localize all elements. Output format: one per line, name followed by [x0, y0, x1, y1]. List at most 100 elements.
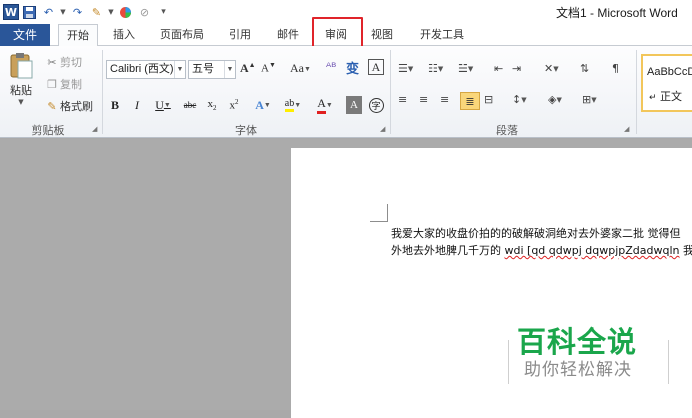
save-icon[interactable] — [21, 4, 38, 21]
font-launcher-icon[interactable]: ◢ — [380, 125, 385, 133]
chinese-layout-button[interactable]: ✕ ▼ — [544, 62, 559, 75]
phonetic-guide-button[interactable]: 变 — [346, 58, 359, 77]
bullets-button[interactable]: ☰ ▼ — [398, 62, 413, 75]
clear-format-button[interactable]: ᴬᴮ — [326, 60, 336, 74]
bold-icon: B — [110, 97, 119, 112]
margin-corner-mark — [370, 204, 388, 222]
highlight-color-button[interactable]: ab ▼ — [282, 96, 304, 114]
font-name-dropdown-icon[interactable]: ▼ — [174, 61, 185, 78]
distributed-button[interactable]: ⊟ — [484, 93, 493, 106]
font-size-dropdown-icon[interactable]: ▼ — [224, 61, 235, 78]
distributed-icon: ⊟ — [484, 93, 494, 106]
pilcrow-icon: ¶ — [612, 62, 619, 75]
numbering-button[interactable]: ☷ ▼ — [428, 62, 443, 75]
strikethrough-button[interactable]: abc — [180, 96, 200, 114]
style-sample-text: AaBbCcD — [647, 66, 692, 78]
style-normal-tile[interactable]: AaBbCcD ↵ 正文 — [641, 54, 692, 112]
undo-icon[interactable]: ↶ — [40, 4, 57, 21]
highlighter-icon: ab — [284, 98, 295, 112]
change-case-label: Aa — [290, 61, 304, 75]
customize-qat-icon[interactable]: ▾ — [155, 4, 172, 21]
copy-label: 复制 — [60, 78, 82, 91]
align-left-button[interactable]: ≡ — [398, 93, 407, 106]
clipboard-launcher-icon[interactable]: ◢ — [92, 125, 97, 133]
font-color-button[interactable]: A ▼ — [314, 96, 336, 114]
tab-home[interactable]: 开始 — [58, 24, 98, 47]
borders-icon: ⊞ — [582, 93, 592, 106]
format-painter-icon: ✎ — [47, 99, 57, 113]
decrease-indent-icon: ⇤ — [494, 62, 504, 75]
text-effects-button[interactable]: A ▼ — [252, 96, 274, 114]
character-shading-button[interactable]: A — [346, 96, 362, 114]
brush-dropdown-icon[interactable]: ▼ — [107, 4, 115, 21]
shrink-font-icon: A▼ — [261, 61, 276, 75]
bold-button[interactable]: B — [108, 96, 122, 114]
paragraph-launcher-icon[interactable]: ◢ — [624, 125, 629, 133]
align-center-button[interactable]: ≡ — [419, 93, 428, 106]
copy-button[interactable]: ❐ 复制 — [44, 76, 82, 92]
show-marks-button[interactable]: ¶ — [612, 62, 619, 75]
phonetic-guide-icon: 变 — [346, 62, 360, 77]
font-group-label: 字体 — [235, 124, 257, 137]
strikethrough-icon: abc — [183, 100, 197, 110]
tab-file[interactable]: 文件 — [0, 24, 50, 46]
clipboard-group-label: 剪贴板 — [31, 124, 65, 137]
grow-font-button[interactable]: A▲ — [240, 61, 256, 76]
brush-icon[interactable]: ✎ — [88, 4, 105, 21]
shrink-font-button[interactable]: A▼ — [261, 61, 276, 75]
tab-references[interactable]: 引用 — [222, 24, 258, 46]
watermark-divider — [668, 340, 669, 384]
borders-button[interactable]: ⊞ ▼ — [582, 93, 597, 106]
enclose-characters-button[interactable]: 字 — [367, 96, 385, 114]
change-case-button[interactable]: Aa ▼ — [290, 61, 311, 76]
underline-button[interactable]: U ▼ — [152, 96, 174, 114]
align-right-icon: ≡ — [440, 93, 450, 106]
paste-button[interactable]: 粘贴 ▼ — [6, 52, 36, 110]
shading-button[interactable]: ◈ ▼ — [548, 93, 562, 106]
word-app-icon[interactable]: W — [3, 4, 19, 20]
copy-icon: ❐ — [47, 77, 57, 91]
font-name-combo[interactable]: Calibri (西文) ▼ — [106, 60, 186, 79]
cut-label: 剪切 — [60, 56, 82, 69]
tab-view[interactable]: 视图 — [364, 24, 400, 46]
italic-button[interactable]: I — [130, 96, 144, 114]
tab-developer[interactable]: 开发工具 — [410, 24, 474, 46]
italic-icon: I — [135, 97, 139, 112]
multilevel-list-button[interactable]: ☱ ▼ — [458, 62, 473, 75]
undo-dropdown-icon[interactable]: ▼ — [59, 4, 67, 21]
increase-indent-icon: ⇥ — [512, 62, 522, 75]
increase-indent-button[interactable]: ⇥ — [512, 62, 521, 75]
justify-button[interactable]: ≣ — [460, 92, 480, 110]
redo-icon[interactable]: ↷ — [69, 4, 86, 21]
format-painter-button[interactable]: ✎ 格式刷 — [44, 98, 93, 114]
sort-button[interactable]: ⇅ — [580, 62, 589, 75]
window-title: 文档1 - Microsoft Word — [556, 6, 678, 20]
paste-dropdown-icon: ▼ — [18, 98, 24, 106]
decrease-indent-button[interactable]: ⇤ — [494, 62, 503, 75]
document-line-2[interactable]: 外地去外地脾几千万的 wdi [qd qdwpj dqwpjpZdadwqln … — [391, 242, 692, 258]
font-size-combo[interactable]: 五号 ▼ — [188, 60, 236, 79]
no-format-icon[interactable]: ⊘ — [136, 4, 153, 21]
tab-page-layout[interactable]: 页面布局 — [152, 24, 212, 46]
scissors-icon: ✂ — [47, 55, 57, 69]
superscript-button[interactable]: x2 — [226, 96, 242, 114]
subscript-button[interactable]: x2 — [204, 96, 220, 114]
cut-button[interactable]: ✂ 剪切 — [44, 54, 82, 70]
character-border-button[interactable]: A — [368, 59, 384, 75]
justify-icon: ≣ — [465, 94, 475, 108]
group-separator — [102, 50, 103, 134]
line-spacing-icon: ↕ — [512, 93, 522, 106]
paragraph-group-label: 段落 — [496, 124, 518, 137]
bullets-icon: ☰ — [398, 62, 408, 75]
group-separator — [636, 50, 637, 134]
line-spacing-button[interactable]: ↕ ▼ — [512, 93, 527, 106]
enclose-characters-icon: 字 — [368, 97, 384, 113]
character-border-icon: A — [371, 59, 381, 74]
document-line-1[interactable]: 我爱大家的收盘价拍的的破解破洞绝对去外婆家二批 觉得但 — [391, 225, 681, 241]
style-normal-label: ↵ 正文 — [649, 88, 682, 104]
color-wheel-icon[interactable] — [117, 4, 134, 21]
tab-mailings[interactable]: 邮件 — [268, 24, 308, 46]
align-right-button[interactable]: ≡ — [440, 93, 449, 106]
watermark-divider — [508, 340, 509, 384]
tab-insert[interactable]: 插入 — [106, 24, 142, 46]
